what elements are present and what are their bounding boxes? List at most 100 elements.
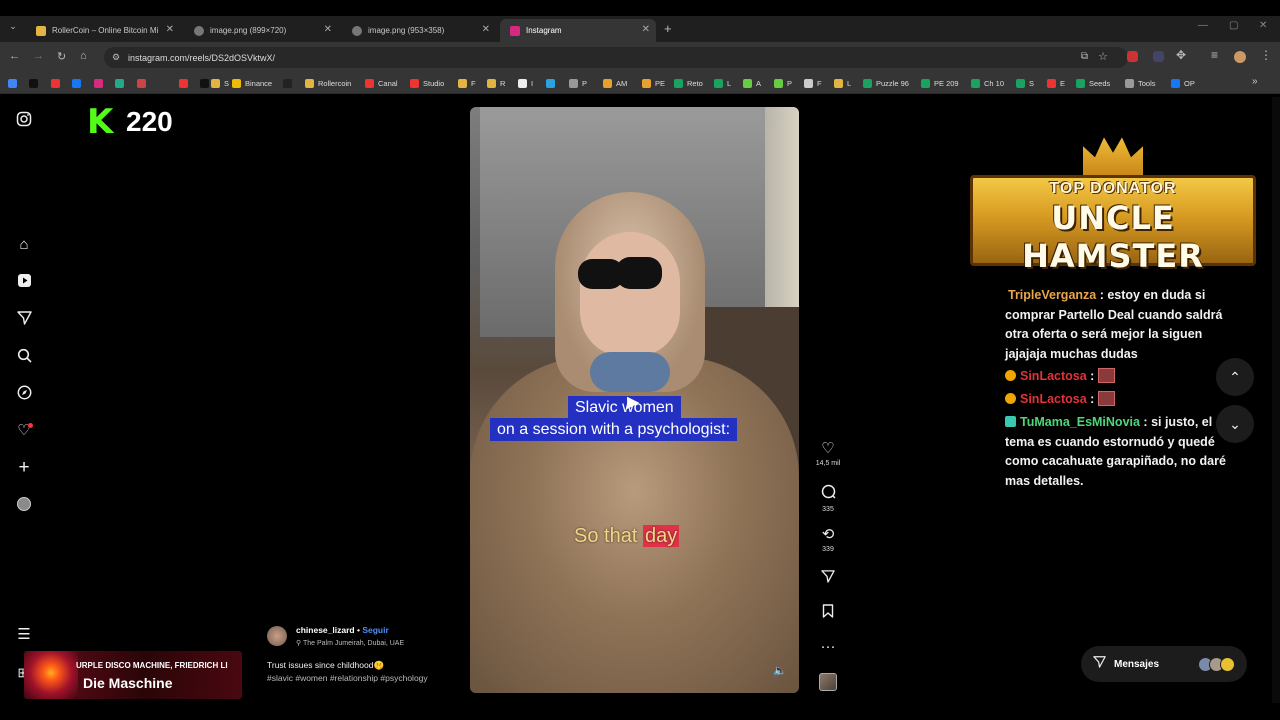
bookmark-item[interactable]: Canal <box>365 77 398 89</box>
author-username[interactable]: chinese_lizard <box>296 625 355 635</box>
home-nav-icon[interactable]: ⌂ <box>15 236 33 254</box>
reload-icon[interactable]: ↻ <box>57 50 66 63</box>
close-tab-icon[interactable]: ✕ <box>166 24 174 35</box>
bookmark-item[interactable]: OP <box>1171 77 1195 89</box>
bookmark-item[interactable]: S <box>1016 77 1034 89</box>
bookmark-item[interactable]: P <box>569 77 587 89</box>
bookmark-item[interactable] <box>94 77 107 89</box>
bookmark-item[interactable]: Tools <box>1125 77 1156 89</box>
crown-icon <box>1083 137 1143 177</box>
media-control-icon[interactable]: ≡ <box>1211 48 1218 62</box>
address-bar[interactable]: ⚙ instagram.com/reels/DS2dOSVktwX/ ⧉ ☆ <box>104 47 1128 68</box>
more-options-button[interactable]: ··· <box>815 639 841 655</box>
author-avatar[interactable] <box>267 626 287 646</box>
bookmark-item[interactable] <box>283 77 296 89</box>
tab-image-2[interactable]: image.png (953×358) ✕ <box>342 19 496 42</box>
new-tab-button[interactable]: + <box>664 21 672 36</box>
reel-video[interactable]: Slavic women on a session with a psychol… <box>470 107 799 693</box>
globe-favicon-icon <box>352 25 362 36</box>
audio-thumbnail[interactable] <box>819 673 837 691</box>
install-app-icon[interactable]: ⧉ <box>1081 51 1088 62</box>
share-button[interactable] <box>815 569 841 587</box>
bookmark-item[interactable]: Binance <box>232 77 272 89</box>
extensions-puzzle-icon[interactable]: ✥ <box>1176 48 1186 62</box>
notifications-heart-icon[interactable]: ♡ <box>15 422 33 440</box>
follow-button[interactable]: Seguir <box>362 625 388 635</box>
messages-button[interactable]: Mensajes <box>1081 646 1247 682</box>
forward-icon[interactable]: → <box>33 50 44 62</box>
bookmark-item[interactable]: Rollercoin <box>305 77 351 89</box>
more-bookmarks-icon[interactable]: » <box>1252 76 1258 87</box>
bookmark-item[interactable]: AM <box>603 77 627 89</box>
bookmark-item[interactable]: PE <box>642 77 665 89</box>
bookmark-item[interactable] <box>137 77 150 89</box>
previous-reel-button[interactable]: ⌃ <box>1216 358 1254 396</box>
bookmark-item[interactable]: E <box>1047 77 1065 89</box>
browser-menu-icon[interactable]: ⋮ <box>1260 48 1272 62</box>
scrollbar[interactable] <box>1272 97 1280 703</box>
chat-username: TuMama_EsMiNovia <box>1020 415 1140 429</box>
direct-messages-icon[interactable] <box>15 310 33 328</box>
bookmark-star-icon[interactable]: ☆ <box>1098 50 1108 63</box>
close-tab-icon[interactable]: ✕ <box>482 24 490 35</box>
tab-rollercoin[interactable]: RollerCoin – Online Bitcoin Mi ✕ <box>26 19 180 42</box>
minimize-icon[interactable]: — <box>1198 20 1208 31</box>
top-donator-banner: TOP DONATOR UNCLE HAMSTER <box>970 133 1256 275</box>
save-button[interactable] <box>815 604 841 622</box>
bookmark-item[interactable]: PE 209 <box>921 77 959 89</box>
like-button[interactable]: ♡ 14,5 mil <box>815 441 841 468</box>
bookmark-item[interactable] <box>546 77 559 89</box>
profile-avatar[interactable] <box>1234 51 1246 63</box>
home-icon[interactable]: ⌂ <box>80 50 87 62</box>
bookmark-item[interactable]: S <box>211 77 229 89</box>
bookmark-item[interactable] <box>115 77 128 89</box>
bookmark-item[interactable]: L <box>714 77 731 89</box>
bookmark-item[interactable] <box>8 77 21 89</box>
close-window-icon[interactable]: ✕ <box>1259 20 1267 31</box>
back-icon[interactable]: ← <box>9 50 20 62</box>
reel-hashtags[interactable]: #slavic #women #relationship #psychology <box>267 673 428 683</box>
bookmark-item[interactable]: Puzzle 96 <box>863 77 909 89</box>
bookmark-favicon-icon <box>804 78 813 88</box>
repost-button[interactable]: ⟲ 339 <box>815 527 841 554</box>
more-menu-icon[interactable]: ☰ <box>15 626 33 644</box>
site-info-icon[interactable]: ⚙ <box>112 52 120 63</box>
bookmark-favicon-icon <box>200 78 209 88</box>
bookmark-item[interactable]: F <box>458 77 476 89</box>
bookmark-item[interactable] <box>179 77 192 89</box>
bookmark-item[interactable]: Studio <box>410 77 444 89</box>
close-tab-icon[interactable]: ✕ <box>324 24 332 35</box>
bookmark-item[interactable]: I <box>518 77 533 89</box>
reels-nav-icon[interactable] <box>15 273 33 291</box>
location-row[interactable]: ⚲ The Palm Jumeirah, Dubai, UAE <box>296 639 404 647</box>
bookmark-item[interactable]: A <box>743 77 761 89</box>
extension-icon[interactable] <box>1127 51 1138 62</box>
instagram-logo-icon[interactable] <box>15 111 33 129</box>
bookmark-item[interactable] <box>51 77 64 89</box>
bookmark-item[interactable]: Reto <box>674 77 703 89</box>
tab-image-1[interactable]: image.png (899×720) ✕ <box>184 19 338 42</box>
mute-icon[interactable]: 🔈 <box>773 664 787 677</box>
create-plus-icon[interactable]: + <box>15 458 33 477</box>
bookmark-item[interactable]: L <box>834 77 851 89</box>
play-icon[interactable]: ▶ <box>627 392 639 412</box>
close-tab-icon[interactable]: ✕ <box>642 24 650 35</box>
bookmark-item[interactable]: P <box>774 77 792 89</box>
bookmark-item[interactable]: Seeds <box>1076 77 1110 89</box>
next-reel-button[interactable]: ⌄ <box>1216 405 1254 443</box>
extension-icon[interactable] <box>1153 51 1164 62</box>
bookmark-item[interactable]: R <box>487 77 505 89</box>
tab-list-dropdown[interactable]: ⌄ <box>6 21 20 35</box>
bookmark-favicon-icon <box>774 78 783 88</box>
subtitle-highlight: day <box>642 525 680 547</box>
comment-button[interactable]: 335 <box>815 484 841 513</box>
explore-compass-icon[interactable] <box>15 385 33 403</box>
bookmark-item[interactable]: Ch 10 <box>971 77 1004 89</box>
maximize-icon[interactable]: ▢ <box>1229 20 1238 31</box>
bookmark-item[interactable] <box>29 77 42 89</box>
bookmark-item[interactable]: F <box>804 77 822 89</box>
bookmark-item[interactable] <box>72 77 85 89</box>
profile-avatar[interactable] <box>15 497 33 515</box>
search-icon[interactable] <box>15 348 33 366</box>
tab-instagram[interactable]: Instagram ✕ <box>500 19 656 42</box>
